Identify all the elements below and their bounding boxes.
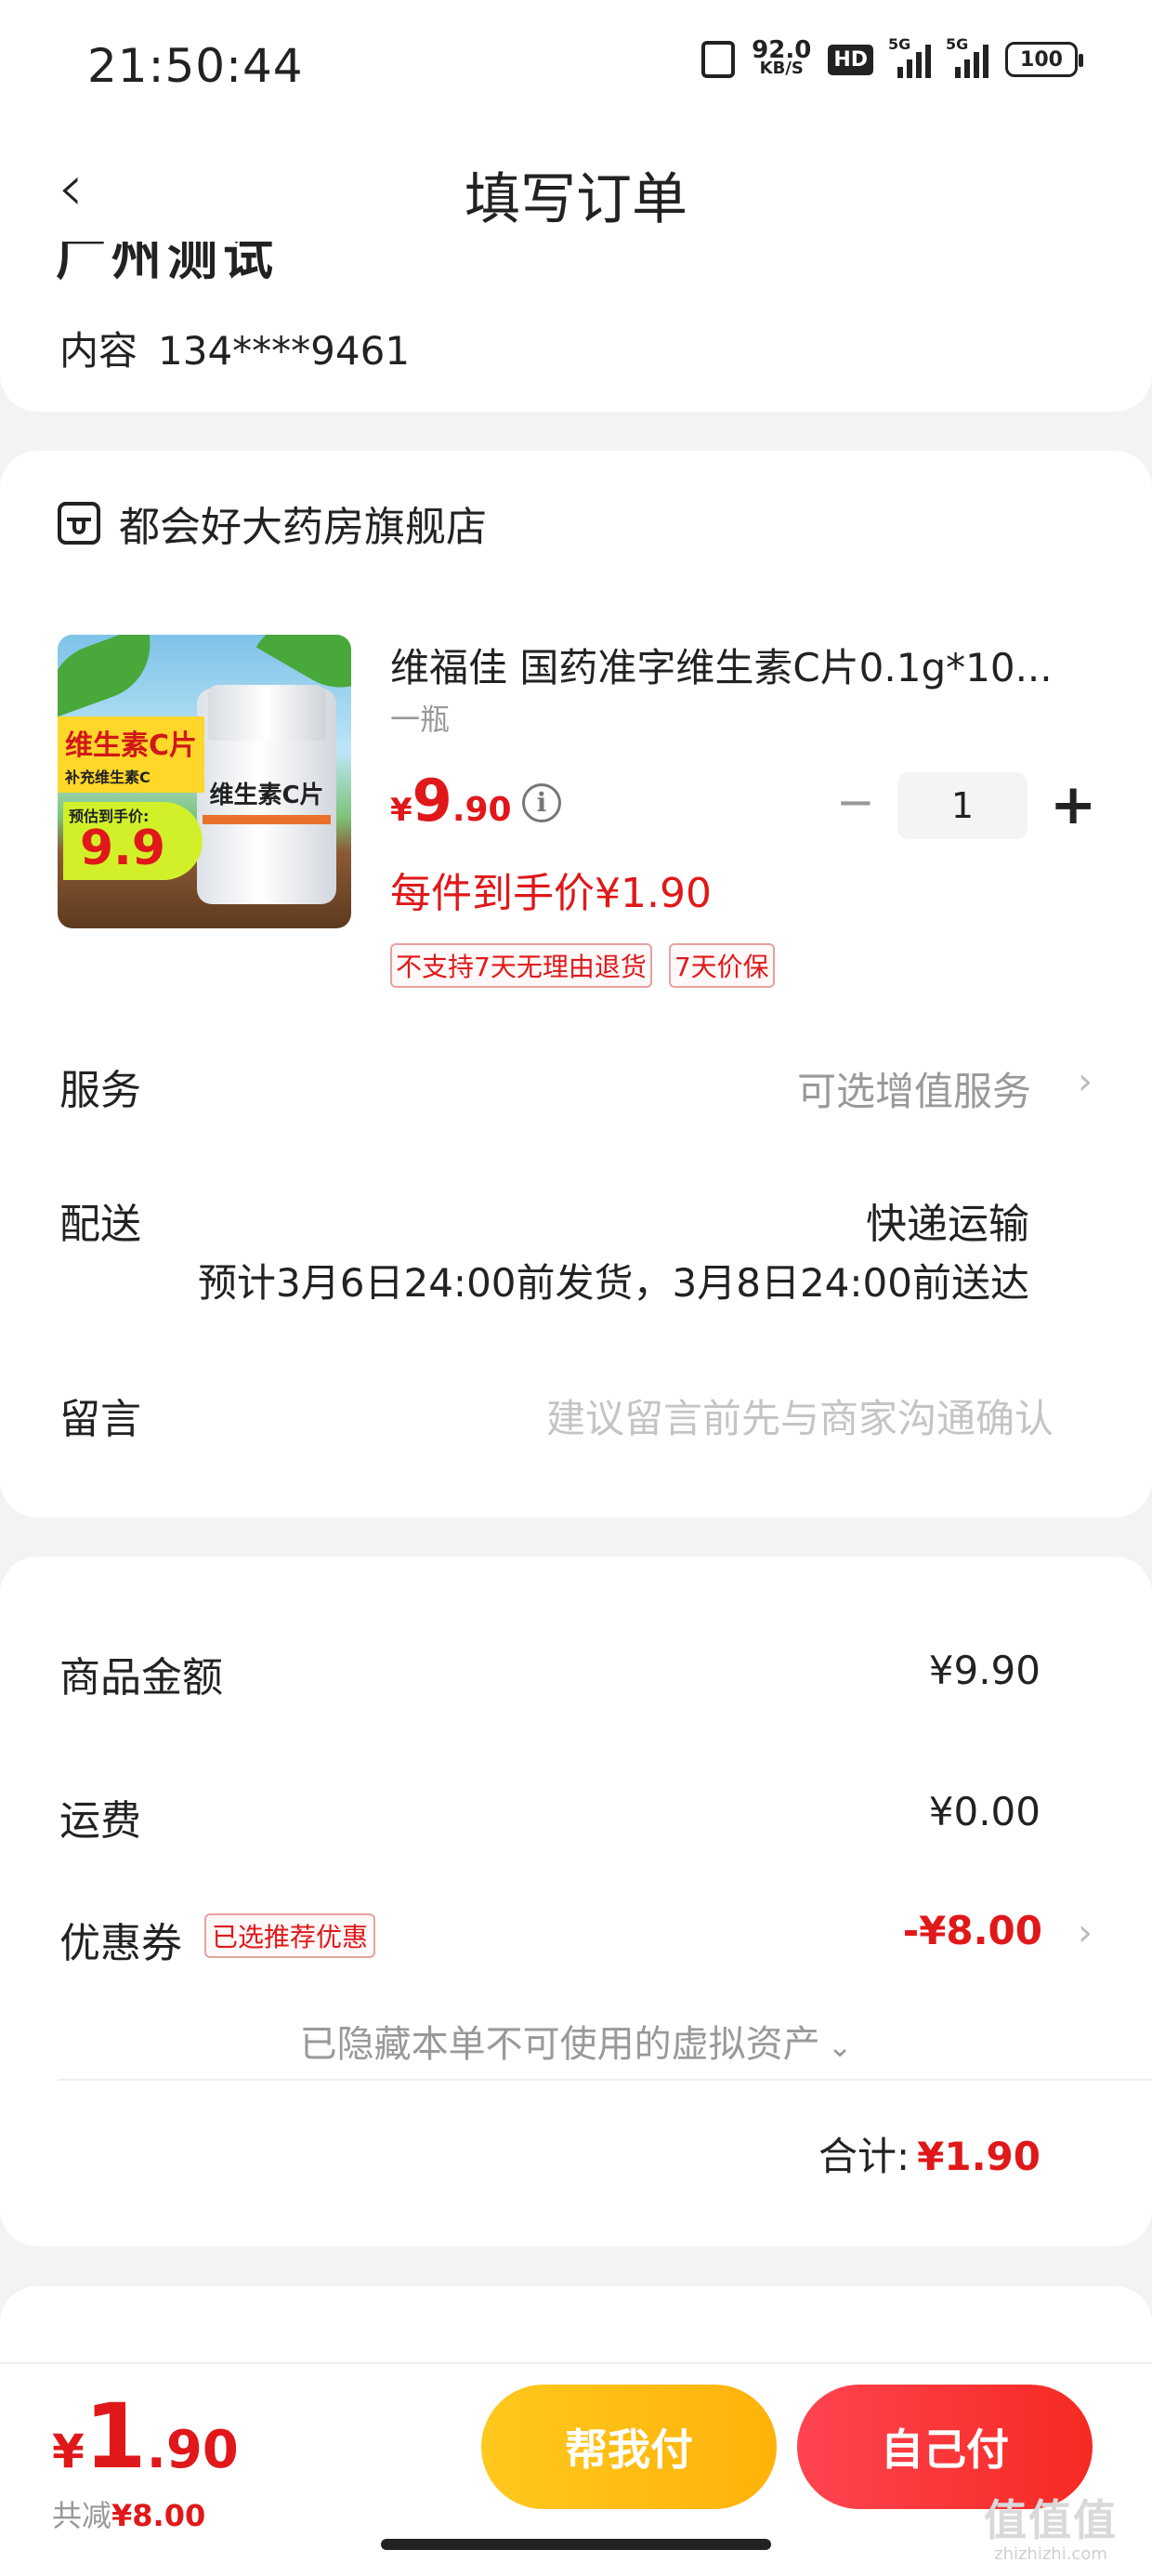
total-label: 合计: [818, 2134, 910, 2179]
bottle-graphic: 维生素C片 [197, 685, 336, 904]
status-time: 21:50:44 [87, 39, 304, 93]
signal-icon: 5G [888, 35, 931, 78]
home-indicator[interactable] [381, 2539, 771, 2550]
net-speed: 92.0 KB/S [752, 36, 812, 78]
net-speed-value: 92.0 [752, 36, 812, 64]
contact-label: 内容 [59, 328, 138, 374]
product-image[interactable]: 维生素C片 维生素C片 补充维生素C 预估到手价: 9.9 [58, 635, 351, 928]
price-int: 9 [412, 767, 452, 835]
quantity-minus-button[interactable]: − [836, 776, 875, 832]
image-badge-value: 9.9 [80, 821, 166, 876]
signal-label: 5G [888, 35, 911, 53]
unit-price: 每件到手价¥1.90 [390, 870, 712, 917]
status-bar: 21:50:44 92.0 KB/S HD 5G 5G 100 [0, 0, 1152, 139]
price-summary-card: 商品金额 ¥9.90 运费 ¥0.00 优惠券 已选推荐优惠 -¥8.00 › … [0, 1557, 1152, 2246]
price-dec: .90 [452, 791, 512, 829]
pay-dec: .90 [146, 2420, 239, 2480]
battery-icon: 100 [1005, 42, 1083, 77]
message-label: 留言 [59, 1396, 141, 1443]
delivery-eta: 预计3月6日24:00前发货，3月8日24:00前送达 [198, 1260, 1029, 1306]
page-header: ‹ 填写订单 [0, 139, 1152, 242]
goods-amount-label: 商品金额 [59, 1654, 223, 1702]
price-currency: ¥ [390, 792, 412, 829]
quantity-plus-button[interactable]: + [1050, 772, 1096, 839]
store-card: 都会好大药房旗舰店 维生素C片 维生素C片 补充维生素C 预估到手价: 9.9 … [0, 451, 1152, 1518]
hidden-assets-toggle[interactable]: 已隐藏本单不可使用的虚拟资产 ⌄ [0, 2014, 1152, 2068]
signal-icon-2: 5G [946, 35, 988, 78]
product-spec: 一瓶 [390, 702, 451, 737]
store-name: 都会好大药房旗舰店 [119, 504, 487, 551]
hidden-assets-text: 已隐藏本单不可使用的虚拟资产 [299, 2023, 820, 2066]
address-city: 广州测试 [56, 242, 279, 286]
watermark-logo: 值值值 zhizhizhi.com [962, 2496, 1139, 2564]
tag-no-return: 不支持7天无理由退货 [390, 943, 652, 988]
pay-amount: ¥1.90 [52, 2385, 239, 2489]
freight-value: ¥0.00 [928, 1789, 1041, 1834]
message-input[interactable]: 建议留言前先与商家沟通确认 [546, 1387, 1054, 1444]
goods-amount-value: ¥9.90 [928, 1648, 1041, 1693]
divider [58, 2079, 1152, 2081]
status-icons: 92.0 KB/S HD 5G 5G 100 [701, 35, 1083, 78]
quantity-input[interactable]: 1 [897, 772, 1028, 839]
delivery-method: 快递运输 [866, 1201, 1029, 1248]
coupon-value[interactable]: -¥8.00 [903, 1908, 1042, 1953]
self-pay-button[interactable]: 自己付 [797, 2385, 1093, 2509]
help-pay-button[interactable]: 帮我付 [481, 2385, 777, 2509]
freight-label: 运费 [59, 1797, 141, 1845]
net-speed-unit: KB/S [759, 59, 804, 78]
chevron-right-icon[interactable]: › [1078, 1060, 1093, 1103]
total-row: 合计: ¥1.90 [818, 2125, 1041, 2182]
image-tag-sub: 补充维生素C [65, 769, 151, 786]
vibrate-icon [701, 41, 736, 78]
saved-value: ¥8.00 [111, 2498, 206, 2533]
product-price: ¥9.90 [390, 767, 512, 835]
bottle-label: 维生素C片 [209, 782, 324, 809]
total-value: ¥1.90 [917, 2134, 1041, 2179]
image-tag: 维生素C片 补充维生素C [58, 716, 205, 793]
watermark-domain: zhizhizhi.com [994, 2544, 1107, 2564]
delivery-label: 配送 [59, 1201, 141, 1248]
signal-label-2: 5G [946, 35, 969, 53]
product-name[interactable]: 维福佳 国药准字维生素C片0.1g*10... [390, 637, 1096, 693]
address-contact: 内容 134****9461 [59, 320, 410, 376]
store-header[interactable]: 都会好大药房旗舰店 [58, 493, 487, 553]
contact-phone: 134****9461 [158, 328, 411, 374]
order-page: 21:50:44 92.0 KB/S HD 5G 5G 100 ‹ 填写订单 广… [0, 0, 1152, 2576]
coupon-tag: 已选推荐优惠 [204, 1913, 376, 1958]
info-icon[interactable]: i [522, 783, 561, 822]
image-price-badge: 预估到手价: 9.9 [63, 802, 203, 880]
product-tags: 不支持7天无理由退货 7天价保 [390, 943, 775, 988]
pay-int: 1 [84, 2385, 147, 2489]
address-card[interactable]: 广州测试 内容 134****9461 [0, 242, 1152, 412]
image-tag-title: 维生素C片 [65, 729, 198, 762]
service-label: 服务 [59, 1067, 141, 1114]
chevron-right-icon[interactable]: › [1078, 1912, 1093, 1954]
page-title: 填写订单 [465, 167, 687, 232]
hd-badge: HD [828, 44, 873, 75]
watermark-text: 值值值 [984, 2495, 1118, 2545]
saved-label: 共减 [52, 2498, 112, 2533]
chevron-down-icon: ⌄ [827, 2029, 853, 2064]
pay-currency: ¥ [52, 2425, 85, 2478]
store-icon [58, 502, 100, 545]
saved-amount: 共减¥8.00 [52, 2492, 205, 2535]
coupon-label: 优惠券 [59, 1920, 182, 1967]
tag-price-protect: 7天价保 [668, 943, 775, 988]
service-value[interactable]: 可选增值服务 [797, 1060, 1031, 1117]
